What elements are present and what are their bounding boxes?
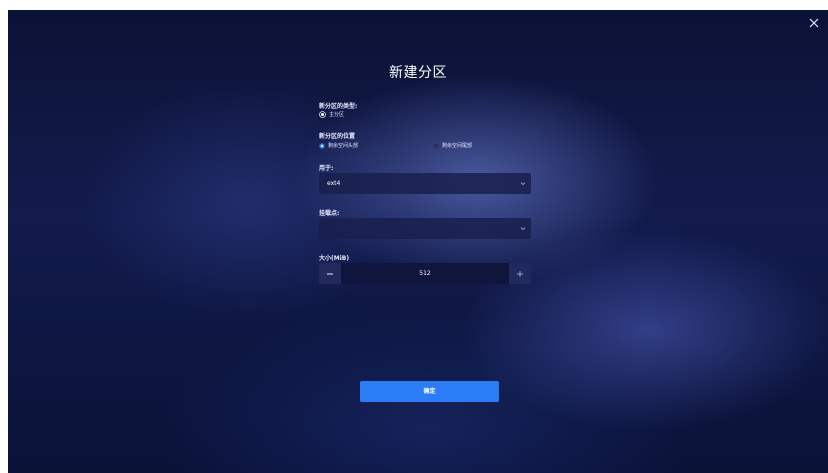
increment-button[interactable] (509, 263, 531, 284)
filesystem-select[interactable]: ext4 (319, 173, 531, 194)
size-input[interactable]: 512 (341, 263, 509, 284)
page-title: 新建分区 (389, 65, 447, 81)
mount-point-label: 挂载点: (319, 210, 340, 217)
radio-unselected-icon (433, 142, 439, 149)
size-label: 大小(MiB) (319, 255, 350, 262)
radio-primary-label: 主分区 (329, 112, 345, 118)
radio-location-head[interactable]: 剩余空间头部 (319, 142, 358, 149)
radio-selected-icon (319, 142, 325, 149)
filesystem-label: 用于: (319, 165, 334, 172)
partition-type-label: 新分区的类型: (319, 103, 358, 110)
radio-selected-icon (319, 111, 326, 118)
chevron-down-icon (520, 182, 526, 186)
size-stepper: 512 (319, 263, 531, 284)
partition-location-label: 新分区的位置 (319, 133, 356, 140)
new-partition-screen: 新建分区 新分区的类型: 主分区 新分区的位置 剩余空间头部 剩余空间尾部 用于… (8, 10, 828, 473)
radio-location-head-label: 剩余空间头部 (328, 143, 359, 149)
plus-icon (517, 270, 523, 277)
close-button[interactable] (806, 15, 822, 31)
chevron-down-icon (520, 227, 526, 231)
decrement-button[interactable] (319, 263, 341, 284)
minus-icon (327, 273, 333, 274)
radio-location-tail[interactable]: 剩余空间尾部 (433, 142, 472, 149)
filesystem-value: ext4 (327, 180, 341, 187)
confirm-button[interactable]: 确定 (360, 381, 499, 402)
close-icon (809, 18, 819, 28)
mount-point-select[interactable] (319, 218, 531, 239)
radio-location-tail-label: 剩余空间尾部 (442, 143, 473, 149)
radio-primary-partition[interactable]: 主分区 (319, 111, 344, 118)
